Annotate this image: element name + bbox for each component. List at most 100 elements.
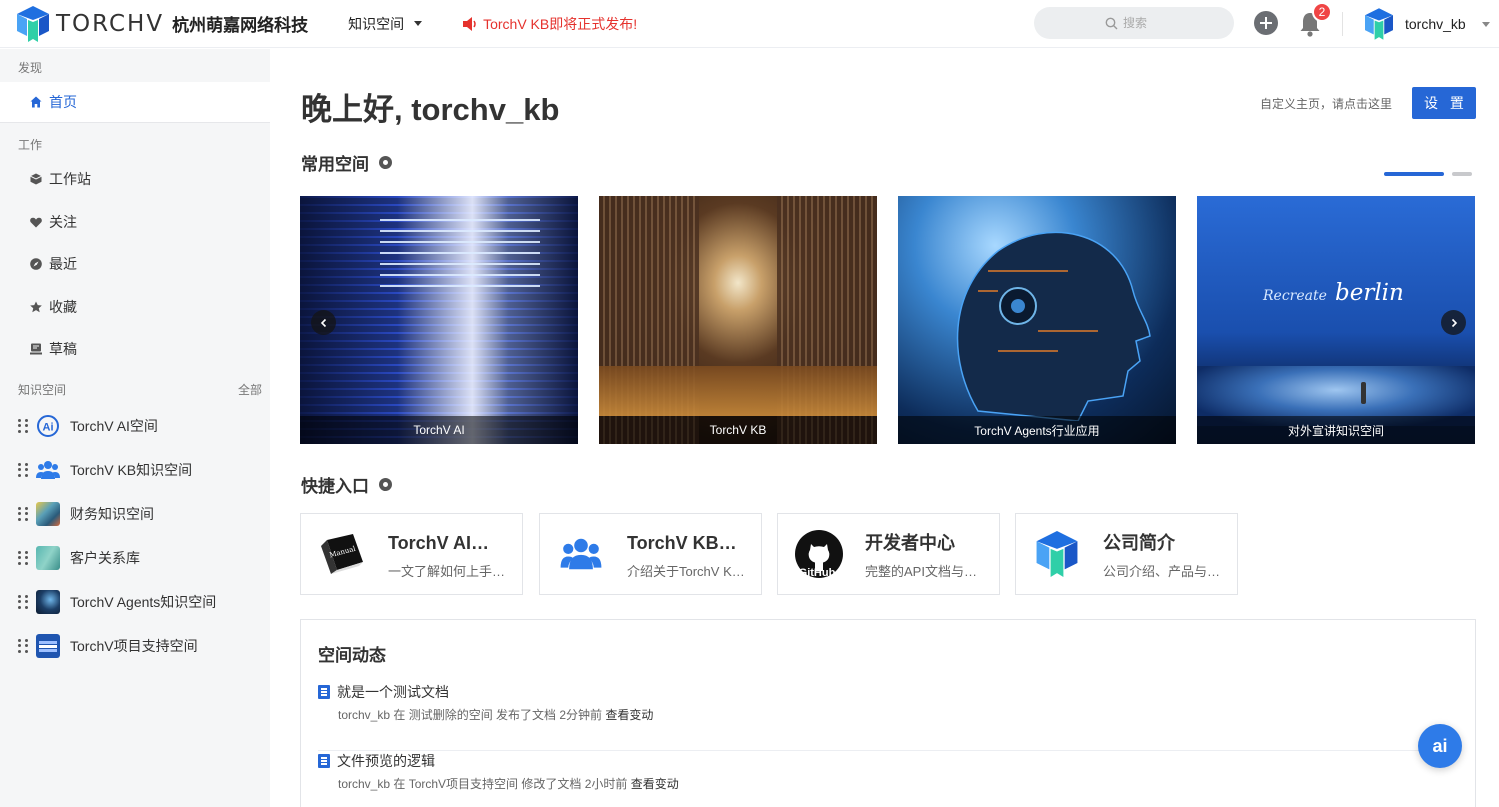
- sidebar-item-workstation[interactable]: 工作站: [0, 169, 91, 189]
- top-header: TORCHV 杭州萌嘉网络科技 知识空间 TorchV KB即将正式发布! 2: [0, 0, 1499, 48]
- space-item-torchv-kb[interactable]: TorchV KB知识空间: [0, 448, 270, 492]
- quick-entry-title: 公司简介: [1103, 532, 1175, 553]
- carousel-next-button[interactable]: [1441, 310, 1466, 335]
- torchv-logo-icon: [17, 5, 49, 42]
- stage-title-recreate: Recreate: [1263, 288, 1327, 304]
- agents-space-thumbnail: [36, 590, 60, 614]
- activity-meta: torchv_kb 在 TorchV项目支持空间 修改了文档 2小时前 查看变动: [338, 775, 1460, 792]
- card-caption: 对外宣讲知识空间: [1197, 416, 1475, 444]
- page-title: 晚上好, torchv_kb: [301, 92, 560, 127]
- all-spaces-link[interactable]: 全部: [238, 381, 262, 398]
- drag-handle-icon[interactable]: [18, 419, 28, 433]
- announcement-link[interactable]: TorchV KB即将正式发布!: [462, 14, 637, 34]
- users-group-icon: [36, 458, 60, 482]
- space-card-torchv-kb[interactable]: TorchV KB: [599, 196, 877, 444]
- plus-icon: [1260, 17, 1272, 29]
- settings-button[interactable]: 设 置: [1412, 87, 1476, 119]
- sidebar-group-spaces: 知识空间: [18, 383, 67, 397]
- sidebar-item-home[interactable]: 首页: [0, 82, 270, 122]
- sidebar-item-label: 收藏: [49, 299, 77, 315]
- quick-entry-title: 快捷入口: [301, 477, 369, 496]
- activity-doc-title: 文件预览的逻辑: [337, 753, 435, 769]
- carousel-prev-button[interactable]: [311, 310, 336, 335]
- sidebar-item-drafts[interactable]: 草稿: [0, 339, 77, 359]
- sidebar-item-label: 工作站: [49, 171, 91, 187]
- space-card-external-talks[interactable]: Recreate berlin 对外宣讲知识空间: [1197, 196, 1475, 444]
- brand-logo[interactable]: TORCHV 杭州萌嘉网络科技: [17, 5, 309, 42]
- github-text: GitHub: [799, 567, 836, 578]
- search-input[interactable]: [1123, 16, 1163, 30]
- customize-tip[interactable]: 自定义主页，请点击这里: [1260, 95, 1392, 112]
- space-item-label: 财务知识空间: [70, 506, 154, 522]
- gear-icon[interactable]: [379, 478, 392, 491]
- drag-handle-icon[interactable]: [18, 551, 28, 565]
- space-item-project-support[interactable]: TorchV项目支持空间: [0, 624, 270, 668]
- sidebar-item-favorites[interactable]: 收藏: [0, 297, 77, 317]
- card-caption: TorchV AI: [300, 416, 578, 444]
- view-changes-link[interactable]: 查看变动: [605, 708, 653, 722]
- sidebar-divider: [0, 122, 270, 123]
- activity-meta-text: torchv_kb 在 测试删除的空间 发布了文档 2分钟前: [338, 708, 603, 722]
- ai-assistant-button[interactable]: ai: [1418, 724, 1462, 768]
- space-item-agents[interactable]: TorchV Agents知识空间: [0, 580, 270, 624]
- activity-doc-link[interactable]: 就是一个测试文档: [318, 682, 1460, 702]
- sidebar-item-label: 草稿: [49, 341, 77, 357]
- gear-icon[interactable]: [379, 156, 392, 169]
- cube-icon: [30, 173, 42, 185]
- space-card-torchv-ai[interactable]: TorchV AI: [300, 196, 578, 444]
- user-menu[interactable]: torchv_kb: [1365, 8, 1490, 40]
- announcement-text: TorchV KB即将正式发布!: [483, 15, 638, 32]
- knowledge-space-nav[interactable]: 知识空间: [348, 14, 423, 34]
- star-icon: [30, 301, 42, 313]
- quick-entry-kb[interactable]: TorchV KB知识空间 介绍关于TorchV KB的知识: [539, 513, 762, 595]
- space-item-torchv-ai[interactable]: Ai TorchV AI空间: [0, 404, 270, 448]
- sidebar-group-discover: 发现: [18, 61, 43, 75]
- activity-title: 空间动态: [318, 646, 386, 665]
- home-icon: [30, 96, 42, 108]
- draft-icon: [30, 343, 42, 355]
- space-item-finance[interactable]: 财务知识空间: [0, 492, 270, 536]
- chevron-down-icon: [414, 21, 423, 26]
- quick-entry-title: TorchV AI使用手册: [388, 532, 506, 553]
- compass-icon: [30, 258, 42, 270]
- torchv-logo-icon: [1033, 530, 1081, 578]
- drag-handle-icon[interactable]: [18, 463, 28, 477]
- activity-meta-text: torchv_kb 在 TorchV项目支持空间 修改了文档 2小时前: [338, 777, 628, 791]
- quick-entry-desc: 完整的API文档与开发资源: [865, 563, 983, 579]
- chevron-right-icon: [1451, 318, 1457, 327]
- search-box[interactable]: [1034, 7, 1234, 39]
- crm-space-thumbnail: [36, 546, 60, 570]
- quick-entry-header: 快捷入口: [301, 472, 392, 497]
- space-item-crm[interactable]: 客户关系库: [0, 536, 270, 580]
- company-name: 杭州萌嘉网络科技: [172, 16, 309, 35]
- speaker-figure: [1361, 382, 1366, 404]
- project-support-thumbnail: [36, 634, 60, 658]
- search-icon: [1105, 17, 1118, 29]
- quick-entry-developer[interactable]: GitHub 开发者中心 完整的API文档与开发资源: [777, 513, 1000, 595]
- frequent-spaces-title: 常用空间: [301, 155, 369, 174]
- quick-entry-company[interactable]: 公司简介 公司介绍、产品与服务: [1015, 513, 1238, 595]
- carousel-indicator-active[interactable]: [1384, 172, 1444, 176]
- space-activity-panel: 空间动态 就是一个测试文档 torchv_kb 在 测试删除的空间 发布了文档 …: [300, 619, 1476, 807]
- ai-head-silhouette: [956, 231, 1151, 421]
- add-button[interactable]: [1254, 11, 1278, 35]
- library-floor: [599, 366, 877, 416]
- manual-book-icon: Manual: [318, 530, 366, 578]
- space-card-torchv-agents[interactable]: TorchV Agents行业应用: [898, 196, 1176, 444]
- drag-handle-icon[interactable]: [18, 595, 28, 609]
- github-icon: GitHub: [795, 530, 843, 578]
- quick-entry-desc: 公司介绍、产品与服务: [1103, 563, 1221, 579]
- quick-entry-desc: 介绍关于TorchV KB的知识: [627, 563, 745, 579]
- notification-badge: 2: [1312, 2, 1332, 22]
- drag-handle-icon[interactable]: [18, 639, 28, 653]
- header-divider: [1342, 12, 1343, 36]
- sidebar-item-follow[interactable]: 关注: [0, 212, 77, 232]
- view-changes-link[interactable]: 查看变动: [631, 777, 679, 791]
- activity-doc-link[interactable]: 文件预览的逻辑: [318, 751, 1460, 771]
- carousel-indicator[interactable]: [1452, 172, 1472, 176]
- space-item-label: TorchV KB知识空间: [70, 462, 193, 478]
- drag-handle-icon[interactable]: [18, 507, 28, 521]
- sidebar-item-recent[interactable]: 最近: [0, 254, 77, 274]
- quick-entry-manual[interactable]: Manual TorchV AI使用手册 一文了解如何上手使用: [300, 513, 523, 595]
- space-item-label: 客户关系库: [70, 550, 140, 566]
